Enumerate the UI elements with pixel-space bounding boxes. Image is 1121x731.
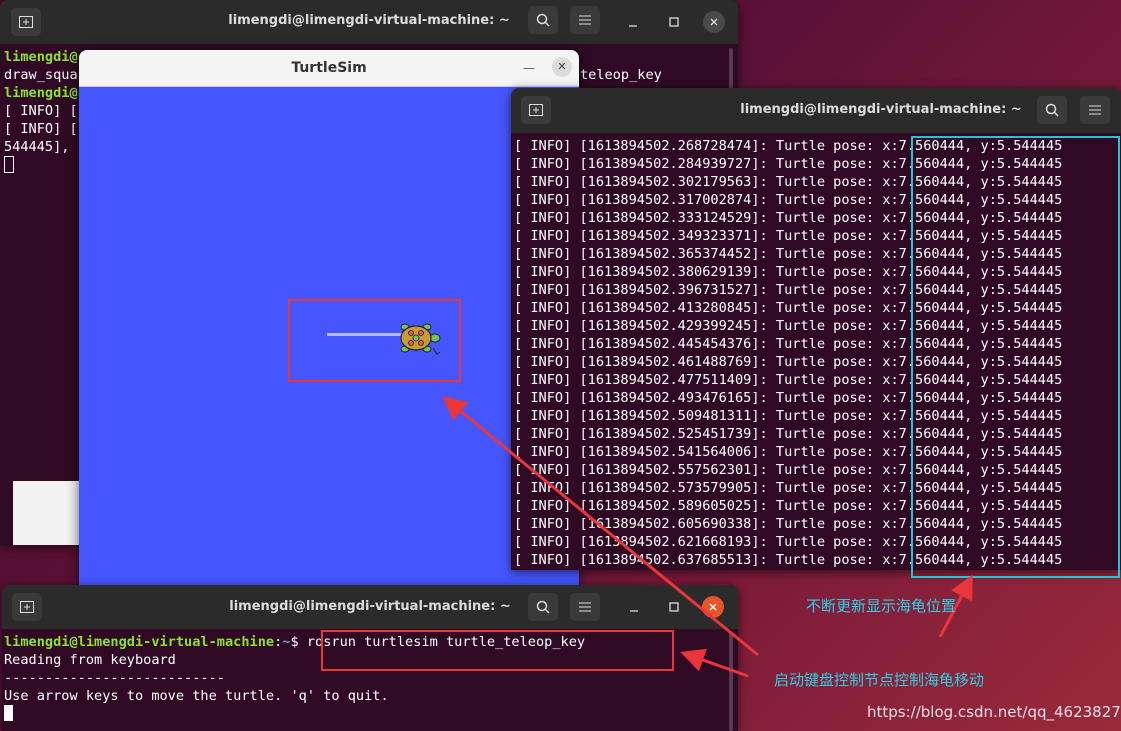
watermark-text: https://blog.csdn.net/qq_46238275 <box>867 703 1121 721</box>
pose-annotation-text: 不断更新显示海龟位置 <box>806 597 957 615</box>
annotation-arrows <box>442 396 973 678</box>
arrow-to-command <box>680 648 749 678</box>
arrow-to-turtle <box>442 396 759 657</box>
teleop-annotation-text: 启动键盘控制节点控制海龟移动 <box>774 671 985 689</box>
